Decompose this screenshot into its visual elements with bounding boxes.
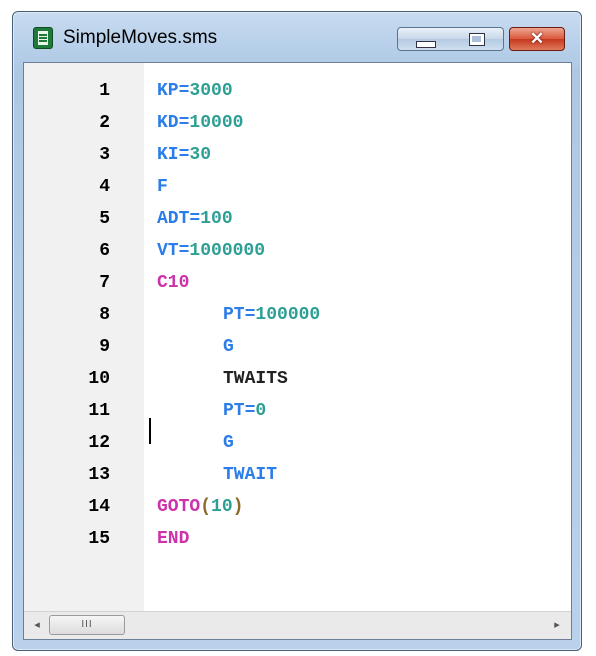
- code-token: 30: [189, 145, 212, 165]
- window-title: SimpleMoves.sms: [63, 27, 218, 48]
- line-number: 4: [99, 177, 110, 197]
- text-caret: [149, 418, 151, 444]
- line-number: 14: [88, 497, 110, 517]
- line-number: 13: [88, 465, 110, 485]
- line-number: 10: [88, 369, 110, 389]
- maximize-icon: [469, 33, 485, 46]
- close-icon: ✕: [529, 29, 545, 48]
- code-line[interactable]: KI=30: [157, 139, 211, 171]
- code-token: 0: [255, 401, 267, 421]
- line-number: 2: [99, 113, 110, 133]
- line-number: 12: [88, 433, 110, 453]
- code-line[interactable]: GOTO(10): [157, 491, 243, 523]
- line-number: 6: [99, 241, 110, 261]
- code-token: 100000: [255, 305, 321, 325]
- scrollbar-thumb[interactable]: III: [49, 615, 125, 635]
- code-line[interactable]: VT=1000000: [157, 235, 265, 267]
- code-token: PT: [223, 401, 245, 421]
- code-token: VT: [157, 241, 179, 261]
- code-line[interactable]: G: [223, 331, 234, 363]
- code-token: G: [223, 337, 234, 357]
- code-token: GOTO: [157, 497, 201, 517]
- code-token: =: [244, 305, 256, 325]
- code-token: KP: [157, 81, 179, 101]
- code-line[interactable]: C10: [157, 267, 189, 299]
- line-number: 1: [99, 81, 110, 101]
- code-token: KD: [157, 113, 179, 133]
- editor-client-area: 1 2 3 4 5 6 7 8 9 10 11 12 13 14 15 KP=3000 KD=10000 KI=…: [23, 62, 572, 640]
- code-line[interactable]: END: [157, 523, 189, 555]
- minimize-button[interactable]: [397, 27, 451, 51]
- code-token: 3000: [189, 81, 233, 101]
- code-token: ): [232, 497, 244, 517]
- code-token: 10000: [189, 113, 244, 133]
- code-token: (: [200, 497, 212, 517]
- code-line[interactable]: ADT=100: [157, 203, 233, 235]
- horizontal-scrollbar[interactable]: ◂ III ▸: [24, 611, 571, 639]
- code-line[interactable]: PT=100000: [223, 299, 320, 331]
- code-token: TWAITS: [223, 369, 288, 389]
- code-token: =: [178, 241, 190, 261]
- code-token: =: [178, 113, 190, 133]
- code-token: 1000000: [189, 241, 266, 261]
- code-token: =: [178, 81, 190, 101]
- code-token: F: [157, 177, 168, 197]
- code-line[interactable]: KD=10000: [157, 107, 243, 139]
- code-token: =: [244, 401, 256, 421]
- code-token: =: [178, 145, 190, 165]
- code-line[interactable]: F: [157, 171, 168, 203]
- code-line[interactable]: G: [223, 427, 234, 459]
- close-button[interactable]: ✕: [509, 27, 565, 51]
- code-token: 10: [211, 497, 233, 517]
- code-token: =: [189, 209, 201, 229]
- code-token: KI: [157, 145, 179, 165]
- line-number: 11: [88, 401, 110, 421]
- code-token: G: [223, 433, 234, 453]
- code-token: END: [157, 529, 190, 549]
- code-line[interactable]: TWAIT: [223, 459, 277, 491]
- notepad-document-icon: [33, 27, 53, 49]
- title-bar[interactable]: SimpleMoves.sms ✕: [13, 12, 581, 62]
- line-number: 7: [99, 273, 110, 293]
- line-number: 8: [99, 305, 110, 325]
- minimize-icon: [416, 41, 436, 48]
- line-number: 15: [88, 529, 110, 549]
- editor-window: SimpleMoves.sms ✕ 1 2 3 4 5 6 7 8 9 10 11 12 13 14 15 …: [12, 11, 582, 651]
- maximize-button[interactable]: [450, 27, 504, 51]
- code-line[interactable]: PT=0: [223, 395, 266, 427]
- code-line[interactable]: KP=3000: [157, 75, 233, 107]
- line-number: 5: [99, 209, 110, 229]
- code-token: PT: [223, 305, 245, 325]
- code-editor[interactable]: KP=3000 KD=10000 KI=30 F ADT=100 VT=1000000 C1…: [144, 63, 571, 611]
- line-number: 3: [99, 145, 110, 165]
- scrollbar-grip-icon: III: [81, 619, 93, 630]
- code-token: ADT: [157, 209, 190, 229]
- scroll-left-icon[interactable]: ◂: [29, 617, 45, 633]
- code-token: 100: [200, 209, 233, 229]
- scroll-right-icon[interactable]: ▸: [549, 617, 565, 633]
- code-line[interactable]: TWAITS: [223, 363, 288, 395]
- code-token: TWAIT: [223, 465, 278, 485]
- line-number-gutter: 1 2 3 4 5 6 7 8 9 10 11 12 13 14 15: [24, 63, 144, 611]
- code-token: C10: [157, 273, 190, 293]
- line-number: 9: [99, 337, 110, 357]
